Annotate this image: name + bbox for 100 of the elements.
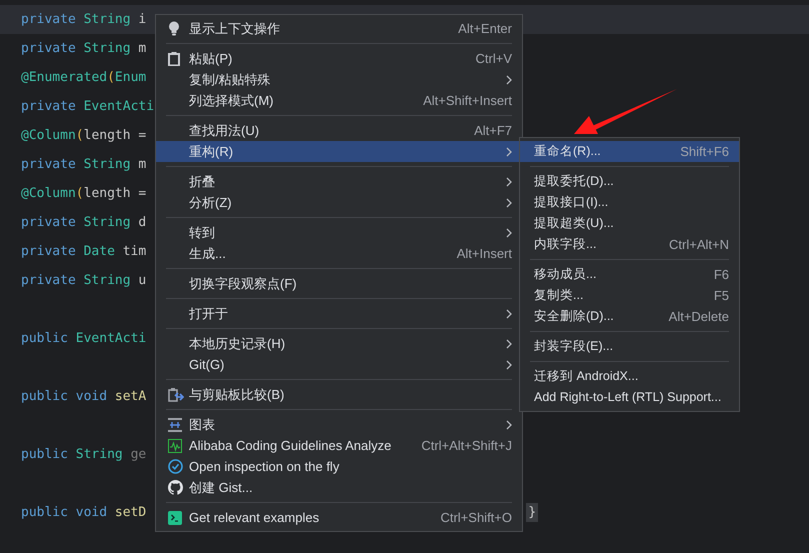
code-token: Enum	[114, 68, 146, 87]
menu-item[interactable]: 折叠	[156, 171, 522, 192]
menu-item[interactable]: 创建 Gist...	[156, 477, 522, 498]
code-token: (	[76, 126, 84, 145]
menu-item-label: 移动成员...	[534, 266, 596, 284]
menu-item[interactable]: 重构(R)	[156, 141, 522, 162]
lightbulb-icon	[168, 21, 180, 36]
clipboard-icon	[168, 52, 180, 66]
shortcut-text: F5	[714, 286, 729, 305]
menu-item[interactable]: 移动成员... F6	[520, 264, 739, 285]
menu-item[interactable]: 列选择模式(M) Alt+Shift+Insert	[156, 90, 522, 111]
menu-item[interactable]: 封装字段(E)...	[520, 336, 739, 357]
code-token: String	[84, 40, 131, 58]
code-token: String	[84, 156, 131, 174]
code-token: void	[76, 504, 108, 522]
code-token: (	[76, 184, 84, 203]
shortcut-text: F6	[714, 266, 729, 284]
code-token: private	[21, 98, 76, 116]
menu-item-label: 重构(R)	[189, 142, 234, 161]
menu-item[interactable]: 重命名(R)... Shift+F6	[520, 141, 739, 162]
menu-item-label: 复制/粘贴特殊	[189, 70, 271, 89]
shortcut-text: Alt+Shift+Insert	[423, 92, 512, 110]
menu-item-label: 查找用法(U)	[189, 122, 260, 140]
menu-item[interactable]: 分析(Z)	[156, 192, 522, 213]
code-token: length =	[84, 126, 146, 145]
menu-item[interactable]: 生成... Alt+Insert	[156, 243, 522, 264]
menu-item[interactable]: 转到	[156, 222, 522, 243]
menu-item[interactable]: 粘贴(P) Ctrl+V	[156, 48, 522, 69]
menu-item-label: 封装字段(E)...	[534, 338, 614, 356]
menu-item[interactable]: 复制/粘贴特殊	[156, 69, 522, 90]
menu-item[interactable]: 内联字段... Ctrl+Alt+N	[520, 234, 739, 255]
menu-item-label: 生成...	[189, 244, 226, 263]
menu-item[interactable]: 图表	[156, 414, 522, 435]
code-token: tim	[122, 242, 146, 261]
menu-item[interactable]: 切换字段观察点(F)	[156, 273, 522, 294]
menu-item-label: 提取委托(D)...	[534, 173, 614, 190]
code-token: EventActi	[76, 330, 146, 348]
code-token: private	[21, 242, 76, 261]
menu-item[interactable]: Add Right-to-Left (RTL) Support...	[520, 387, 739, 408]
shortcut-text: Ctrl+Alt+Shift+J	[421, 436, 512, 455]
code-token: private	[21, 214, 76, 232]
code-token: String	[84, 272, 131, 290]
menu-item[interactable]: Git(G)	[156, 354, 522, 375]
check-circle-icon	[168, 459, 183, 474]
code-token: m	[138, 156, 146, 174]
menu-item[interactable]: 提取委托(D)...	[520, 171, 739, 192]
shortcut-text: Alt+Enter	[458, 20, 512, 38]
menu-item-label: 列选择模式(M)	[189, 92, 274, 110]
code-token: ge	[130, 446, 146, 464]
menu-item-label: 提取超类(U)...	[534, 215, 614, 232]
clipboard-compare-icon	[168, 386, 184, 402]
menu-item-label: 显示上下文操作	[189, 20, 280, 38]
code-token: i	[138, 10, 146, 29]
menu-item-label: 内联字段...	[534, 236, 596, 254]
code-token: setD	[114, 504, 146, 522]
menu-item-label: 折叠	[189, 172, 215, 191]
menu-item[interactable]: 提取接口(I)...	[520, 192, 739, 213]
shortcut-text: Shift+F6	[680, 142, 729, 161]
menu-item[interactable]: 打开于	[156, 303, 522, 324]
menu-item[interactable]: 复制类... F5	[520, 285, 739, 306]
menu-item-label: 创建 Gist...	[189, 478, 253, 497]
menu-item-label: 打开于	[189, 304, 228, 323]
code-token: String	[84, 10, 131, 29]
menu-item-label: 本地历史记录(H)	[189, 334, 286, 353]
shortcut-text: Alt+Insert	[456, 244, 512, 263]
menu-item[interactable]: Alibaba Coding Guidelines Analyze Ctrl+Alt+Shift+J	[156, 435, 522, 456]
code-token: String	[76, 446, 123, 464]
menu-item[interactable]: 显示上下文操作 Alt+Enter	[156, 18, 522, 39]
menu-item-label: 重命名(R)...	[534, 143, 601, 160]
shortcut-text: Ctrl+V	[476, 50, 512, 68]
code-token: void	[76, 388, 108, 406]
menu-item-label: 与剪贴板比较(B)	[189, 386, 284, 404]
code-token: public	[21, 330, 68, 348]
cat-silhouette-icon	[168, 480, 183, 495]
menu-item-label: Open inspection on the fly	[189, 458, 340, 476]
code-token: private	[21, 156, 76, 174]
menu-item-label: 迁移到 AndroidX...	[534, 368, 638, 386]
code-token: @Column	[21, 184, 76, 203]
menu-item-label: 复制类...	[534, 287, 584, 304]
menu-item[interactable]: 提取超类(U)...	[520, 213, 739, 234]
menu-item[interactable]: 本地历史记录(H)	[156, 333, 522, 354]
menu-item[interactable]: 查找用法(U) Alt+F7	[156, 120, 522, 141]
menu-item[interactable]: 安全删除(D)... Alt+Delete	[520, 306, 739, 327]
menu-item-label: 切换字段观察点(F)	[189, 274, 297, 293]
code-token: private	[21, 40, 76, 58]
menu-item-label: 转到	[189, 224, 215, 242]
shortcut-text: Ctrl+Shift+O	[440, 508, 512, 527]
menu-item-label: 安全删除(D)...	[534, 308, 614, 326]
code-token: length =	[84, 184, 146, 203]
shortcut-text: Alt+F7	[474, 122, 512, 140]
code-token: setA	[114, 388, 146, 406]
menu-item[interactable]: 迁移到 AndroidX...	[520, 366, 739, 387]
menu-item[interactable]: Get relevant examples Ctrl+Shift+O	[156, 507, 522, 528]
code-token: String	[84, 214, 131, 232]
pulse-chart-icon	[168, 438, 182, 452]
menu-item[interactable]: Open inspection on the fly	[156, 456, 522, 477]
menu-item[interactable]: 与剪贴板比较(B)	[156, 384, 522, 405]
code-token: @Column	[21, 126, 76, 145]
code-token: Date	[84, 242, 115, 261]
terminal-icon	[168, 510, 182, 524]
